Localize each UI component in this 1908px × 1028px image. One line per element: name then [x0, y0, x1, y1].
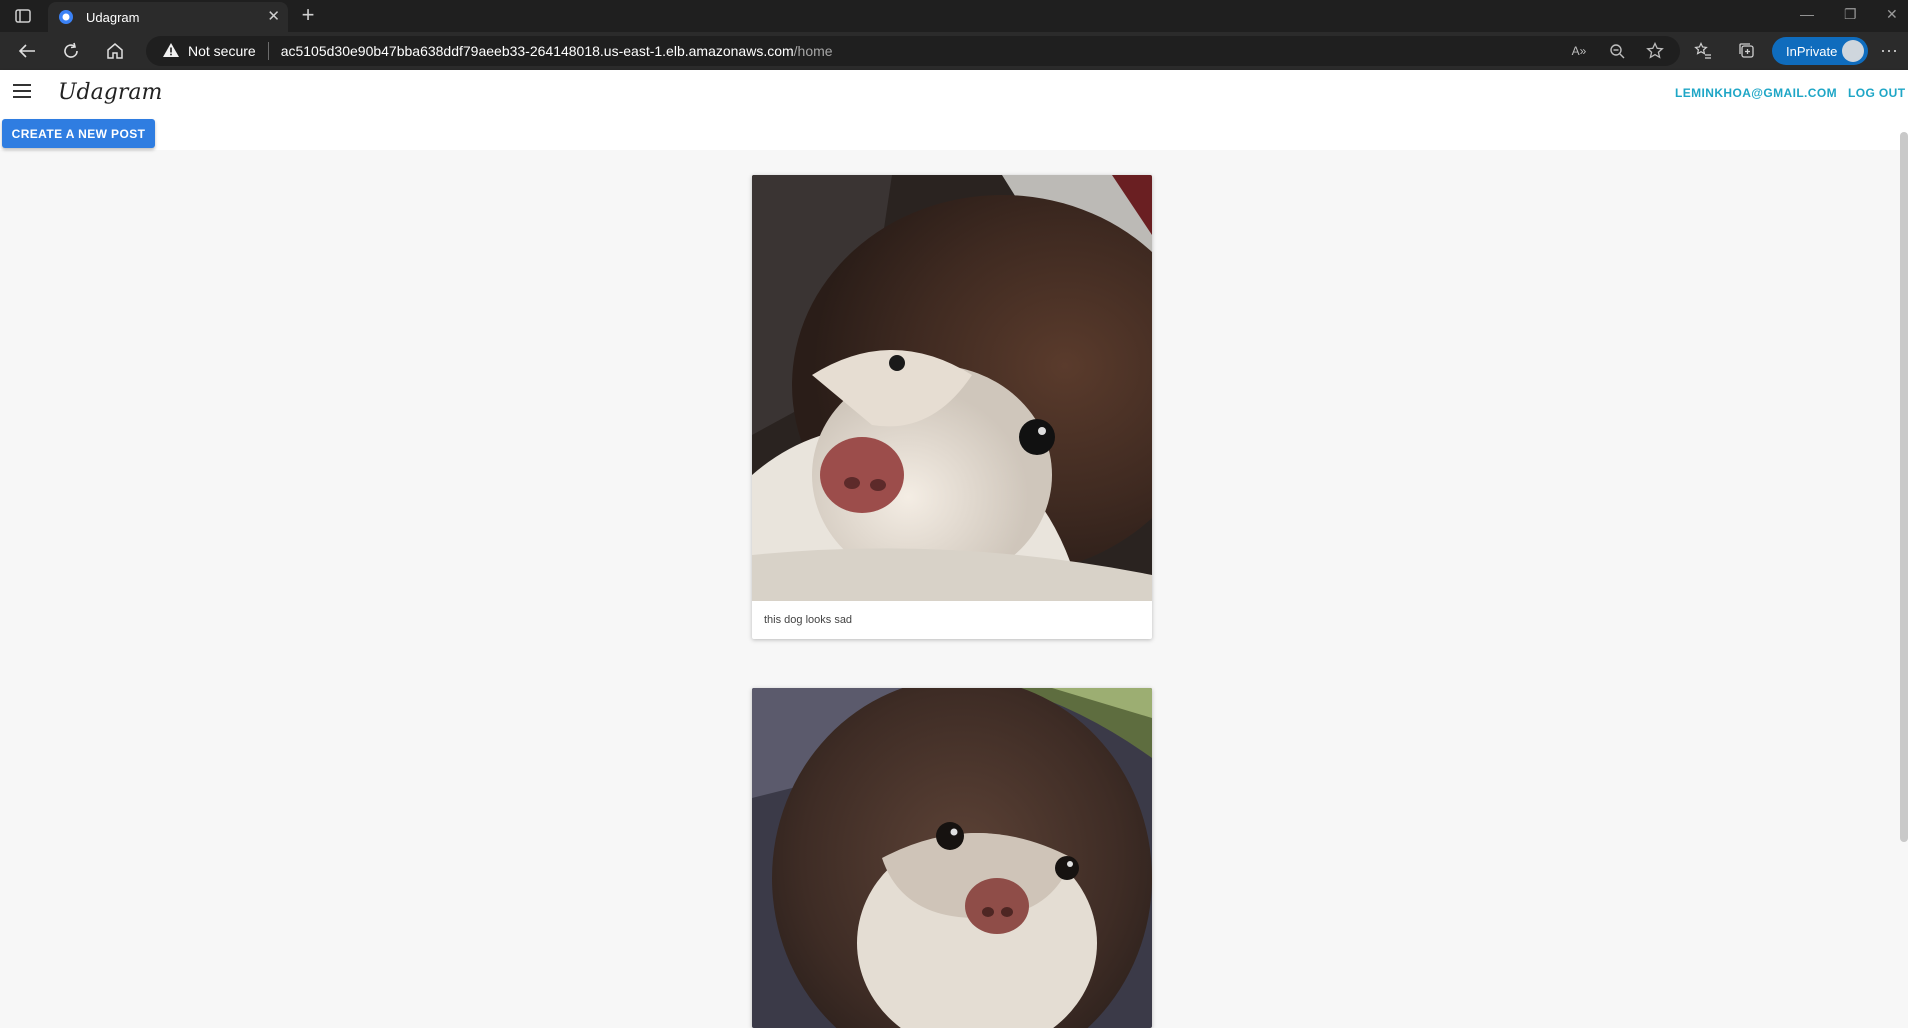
more-options-icon[interactable]: ···: [1880, 40, 1898, 61]
restore-icon[interactable]: ❐: [1844, 6, 1857, 23]
post-card[interactable]: [752, 688, 1152, 1028]
collections-icon[interactable]: [1734, 39, 1760, 63]
url-path: /home: [793, 43, 833, 59]
udagram-favicon-icon: [58, 9, 74, 25]
browser-tab-udagram[interactable]: Udagram ✕: [48, 2, 288, 32]
logout-button[interactable]: LOG OUT: [1848, 86, 1908, 100]
post-image: [752, 175, 1152, 601]
create-post-button[interactable]: CREATE A NEW POST: [2, 119, 155, 148]
page-scrollbar[interactable]: [1900, 132, 1908, 842]
close-window-icon[interactable]: ✕: [1886, 6, 1898, 23]
home-icon[interactable]: [102, 39, 128, 63]
post-image: [752, 688, 1152, 1028]
close-tab-icon[interactable]: ✕: [267, 8, 280, 26]
user-email-link[interactable]: LEMINKHOA@GMAIL.COM: [1675, 86, 1837, 100]
action-bar: [0, 116, 1908, 150]
url-host: ac5105d30e90b47bba638ddf79aeeb33-2641480…: [280, 43, 794, 59]
post-card[interactable]: this dog looks sad: [752, 175, 1152, 639]
security-status[interactable]: Not secure: [188, 43, 256, 59]
address-divider: [267, 42, 269, 60]
address-bar[interactable]: Not secure ac5105d30e90b47bba638ddf79aee…: [146, 36, 1680, 66]
minimize-icon[interactable]: —: [1800, 6, 1814, 22]
browser-toolbar: Not secure ac5105d30e90b47bba638ddf79aee…: [0, 32, 1908, 70]
refresh-icon[interactable]: [58, 39, 84, 63]
tab-title: Udagram: [86, 9, 140, 25]
new-tab-icon[interactable]: +: [296, 4, 320, 28]
inprivate-label: InPrivate: [1786, 43, 1838, 59]
browser-tab-bar: Udagram ✕ + — ❐ ✕: [0, 0, 1908, 32]
inprivate-profile-button[interactable]: InPrivate: [1772, 37, 1868, 65]
app-header: Udagram LEMINKHOA@GMAIL.COM LOG OUT: [0, 70, 1908, 116]
menu-icon[interactable]: [13, 84, 31, 98]
tab-actions-icon[interactable]: [10, 5, 36, 27]
zoom-out-icon[interactable]: [1606, 40, 1628, 62]
read-aloud-icon[interactable]: A»: [1568, 40, 1590, 62]
post-caption: this dog looks sad: [764, 614, 853, 626]
favorites-icon[interactable]: [1690, 39, 1716, 63]
back-icon[interactable]: [14, 39, 40, 63]
profile-avatar-icon: [1842, 40, 1864, 62]
add-favorite-icon[interactable]: [1644, 40, 1666, 62]
app-logo[interactable]: Udagram: [58, 80, 162, 105]
warning-icon: [162, 42, 180, 60]
